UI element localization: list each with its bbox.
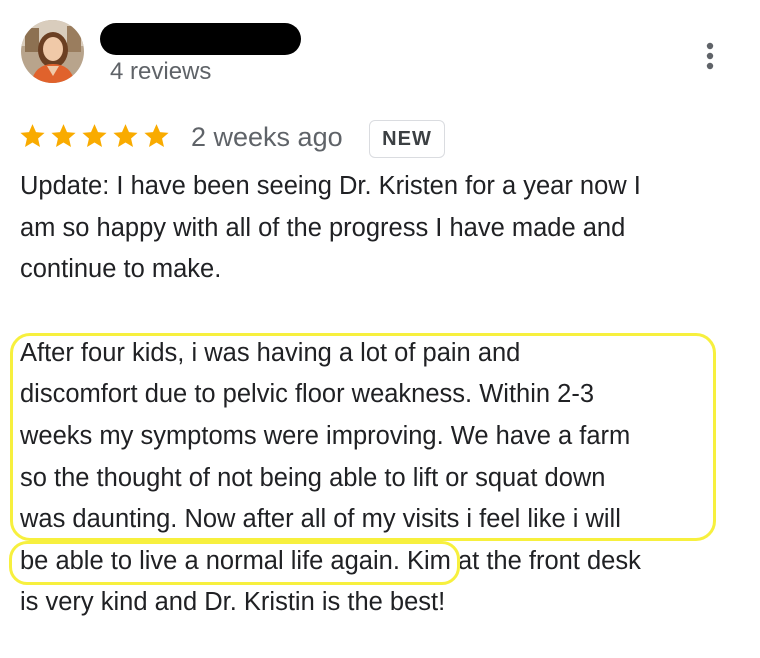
star-icon [20,124,45,147]
review-line: weeks my symptoms were improving. We hav… [20,421,631,450]
reviewer-avatar[interactable] [21,20,84,83]
review-line: be able to live a normal life again. Kim… [20,546,641,575]
review-line: continue to make. [20,255,222,284]
star-rating [18,120,171,156]
review-line: is very kind and Dr. Kristin is the best… [20,588,446,617]
new-badge: NEW [369,120,445,158]
star-icon [144,124,169,147]
review-line: am so happy with all of the progress I h… [20,213,626,242]
review-paragraph-update: Update: I have been seeing Dr. Kristen f… [20,166,750,291]
star-icon [51,124,76,147]
review-line: After four kids, i was having a lot of p… [20,338,521,367]
review-paragraph-story: After four kids, i was having a lot of p… [20,333,750,624]
star-icon [82,124,107,147]
review-text: Update: I have been seeing Dr. Kristen f… [20,166,750,624]
star-icon [113,124,138,147]
more-vert-icon[interactable] [700,38,720,74]
review-line: Update: I have been seeing Dr. Kristen f… [20,172,641,200]
profile-photo-avatar-icon [21,20,84,83]
review-date: 2 weeks ago [191,122,343,152]
review-line: was daunting. Now after all of my visits… [20,505,621,534]
review-line: discomfort due to pelvic floor weakness.… [20,380,594,409]
reviewer-reviews-count[interactable]: 4 reviews [110,58,211,86]
reviewer-name-redacted [100,23,301,55]
review-line: so the thought of not being able to lift… [20,463,606,492]
